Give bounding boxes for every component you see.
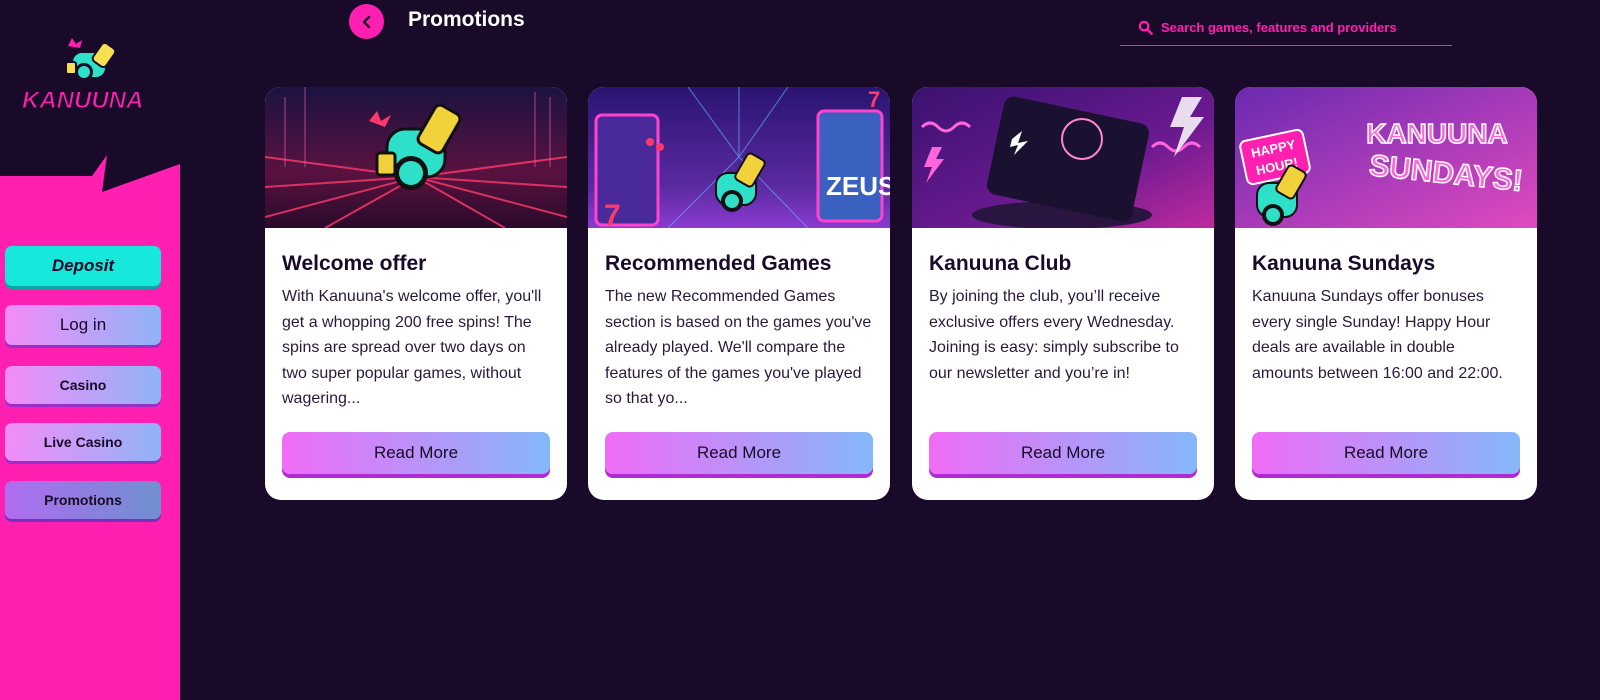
- sidebar-item-live-casino[interactable]: Live Casino: [5, 423, 161, 461]
- login-label: Log in: [59, 315, 107, 334]
- read-more-label: Read More: [1020, 443, 1106, 462]
- kanuuna-sundays-image: HAPPY HOUR! KANUUNA SUNDAYS!: [1235, 87, 1537, 228]
- card-description: Kanuuna Sundays offer bonuses every sing…: [1252, 288, 1503, 382]
- login-button[interactable]: Log in: [5, 305, 161, 345]
- card-description: By joining the club, you’ll receive excl…: [929, 288, 1179, 382]
- svg-text:KANUUNA: KANUUNA: [22, 87, 143, 114]
- search-input[interactable]: [1161, 20, 1441, 35]
- svg-text:ZEUS: ZEUS: [826, 171, 890, 201]
- sidebar-item-label: Live Casino: [43, 434, 123, 450]
- chevron-left-icon: [362, 15, 370, 28]
- deposit-button[interactable]: Deposit: [5, 246, 161, 286]
- read-more-button[interactable]: Read More: [605, 432, 873, 474]
- page-title: Promotions: [408, 8, 525, 31]
- card-title: Recommended Games: [605, 252, 832, 275]
- card-title: Kanuuna Sundays: [1252, 252, 1436, 275]
- kanuuna-banner-text: KANUUNA: [1366, 118, 1508, 149]
- sidebar-item-label: Promotions: [44, 492, 122, 508]
- promo-card-recommended-games: ZEUS 7 7 Recommended Games The new Recom…: [588, 87, 890, 500]
- read-more-label: Read More: [696, 443, 782, 462]
- kanuuna-club-image: [912, 87, 1214, 228]
- svg-text:7: 7: [604, 199, 621, 228]
- sidebar-item-label: Casino: [59, 377, 107, 393]
- kanuuna-logo[interactable]: KANUUNA: [20, 36, 150, 116]
- recommended-games-image: ZEUS 7 7: [588, 87, 890, 228]
- promo-card-kanuuna-club: Kanuuna Club By joining the club, you’ll…: [912, 87, 1214, 500]
- read-more-button[interactable]: Read More: [929, 432, 1197, 474]
- deposit-label: Deposit: [51, 256, 115, 275]
- card-title: Welcome offer: [282, 252, 427, 275]
- welcome-offer-image: [265, 87, 567, 228]
- card-description: The new Recommended Games section is bas…: [605, 288, 872, 407]
- read-more-label: Read More: [1343, 443, 1429, 462]
- search-icon: [1138, 20, 1153, 35]
- search-bar[interactable]: [1120, 10, 1452, 46]
- read-more-button[interactable]: Read More: [1252, 432, 1520, 474]
- promo-card-welcome: Welcome offer With Kanuuna's welcome off…: [265, 87, 567, 500]
- svg-text:7: 7: [868, 87, 880, 112]
- card-description: With Kanuuna's welcome offer, you'll get…: [282, 288, 542, 407]
- card-title: Kanuuna Club: [929, 252, 1072, 275]
- back-button[interactable]: [349, 4, 384, 39]
- promo-card-kanuuna-sundays: HAPPY HOUR! KANUUNA SUNDAYS! Kanuuna Sun…: [1235, 87, 1537, 500]
- read-more-label: Read More: [373, 443, 459, 462]
- sidebar-item-casino[interactable]: Casino: [5, 366, 161, 404]
- read-more-button[interactable]: Read More: [282, 432, 550, 474]
- sidebar-item-promotions[interactable]: Promotions: [5, 481, 161, 519]
